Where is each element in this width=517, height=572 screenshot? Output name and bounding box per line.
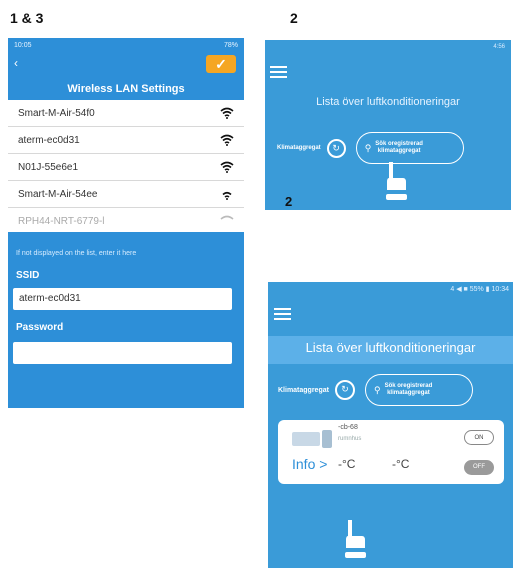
network-name: Smart-M-Air-54ee <box>18 188 98 200</box>
refresh-icon[interactable]: ↻ <box>334 380 355 400</box>
refresh-icon[interactable]: ↻ <box>326 138 346 158</box>
ssid-label: SSID <box>16 270 40 281</box>
pointing-hand-icon <box>345 520 366 558</box>
ac-list-screen-blurred: 4:56 Lista över luftkonditioneringar Kli… <box>265 40 511 210</box>
password-label: Password <box>16 322 64 333</box>
wifi-icon <box>222 191 232 200</box>
wifi-settings-screen: 10:05 78% ‹ ✓ Wireless LAN Settings Smar… <box>8 38 244 408</box>
device-room: rumnhus <box>338 436 362 442</box>
search-unregistered-button[interactable]: ⚲ Sök oregistrerad klimataggregat <box>355 132 464 164</box>
page-title: Lista över luftkonditioneringar <box>316 96 460 108</box>
status-bar: 10:05 78% <box>8 38 244 52</box>
network-name: RPH44-NRT-6779-l <box>18 215 105 227</box>
search-icon: ⚲ <box>373 384 381 395</box>
network-list: Smart-M-Air-54f0 aterm-ec0d31 N01J-55e6e… <box>8 100 244 232</box>
network-item[interactable]: Smart-M-Air-54ee <box>8 181 244 208</box>
menu-icon[interactable] <box>274 308 291 320</box>
search-line2: klimataggregat <box>387 390 430 396</box>
wifi-icon <box>220 107 234 119</box>
wifi-icon <box>220 161 234 173</box>
off-button[interactable]: OFF <box>464 460 494 475</box>
back-icon[interactable]: ‹ <box>14 56 18 70</box>
status-time: 10:05 <box>14 41 32 49</box>
step-number: 2 <box>285 194 293 209</box>
password-field[interactable] <box>13 342 232 364</box>
klimataggregat-label: Klimataggregat <box>278 386 329 394</box>
status-battery: 78% <box>223 41 238 49</box>
wifi-icon <box>220 134 234 146</box>
device-name: -cb-68 <box>338 424 358 431</box>
on-button[interactable]: ON <box>464 430 494 445</box>
network-name: aterm-ec0d31 <box>18 134 80 146</box>
air-conditioner-icon <box>292 432 320 446</box>
search-line1: Sök oregistrerad <box>384 383 433 389</box>
network-name: N01J-55e6e1 <box>18 161 79 173</box>
menu-icon[interactable] <box>270 66 287 78</box>
device-card[interactable]: -cb-68 rumnhus Info > -°C -°C ON OFF <box>278 420 504 484</box>
outdoor-temperature: -°C <box>392 457 410 471</box>
network-item[interactable]: aterm-ec0d31 <box>8 127 244 154</box>
search-line2: klimataggregat <box>377 148 421 154</box>
confirm-button[interactable]: ✓ <box>206 55 236 73</box>
section-label-2: 2 <box>290 10 298 26</box>
network-item[interactable]: RPH44-NRT-6779-l <box>8 208 244 232</box>
search-unregistered-button[interactable]: ⚲ Sök oregistrerad klimataggregat <box>364 374 473 406</box>
pointing-hand-icon <box>386 162 407 200</box>
klimataggregat-label: Klimataggregat <box>277 145 321 151</box>
search-line1: Sök oregistrerad <box>375 141 423 147</box>
page-title: Wireless LAN Settings <box>67 83 185 95</box>
indoor-temperature: -°C <box>338 457 356 471</box>
network-item[interactable]: Smart-M-Air-54f0 <box>8 100 244 127</box>
page-title: Lista över luftkonditioneringar <box>305 340 476 355</box>
hint-text: If not displayed on the list, enter it h… <box>16 250 137 257</box>
status-bar: 4:56 <box>493 44 505 50</box>
check-icon: ✓ <box>215 56 227 72</box>
wifi-icon <box>220 215 234 220</box>
ac-list-screen: 4 ◀ ■ 55% ▮ 10:34 Lista över luftkonditi… <box>268 282 513 568</box>
section-label-1-3: 1 & 3 <box>10 10 44 26</box>
air-conditioner-unit-icon <box>322 430 332 448</box>
info-link[interactable]: Info > <box>292 456 327 472</box>
status-bar: 4 ◀ ■ 55% ▮ 10:34 <box>450 286 509 293</box>
ssid-field[interactable]: aterm-ec0d31 <box>13 288 232 310</box>
network-name: Smart-M-Air-54f0 <box>18 107 95 119</box>
search-icon: ⚲ <box>364 142 372 153</box>
network-item[interactable]: N01J-55e6e1 <box>8 154 244 181</box>
